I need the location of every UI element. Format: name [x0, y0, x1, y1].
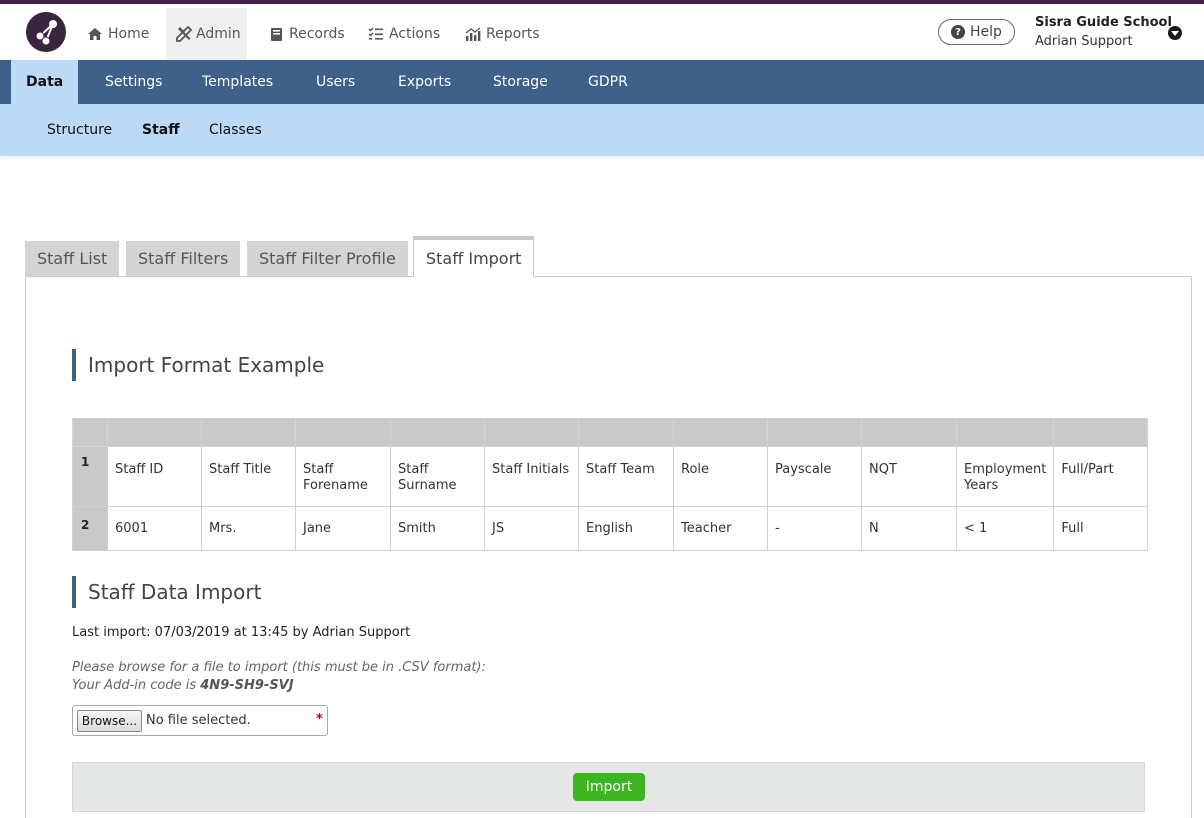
table-cell: Staff Title: [201, 446, 296, 507]
subnav-classes[interactable]: Classes: [209, 104, 262, 156]
addin-code: 4N9-SH9-SVJ: [200, 678, 294, 693]
table-column-header: [484, 418, 579, 447]
school-name: Sisra Guide School: [1035, 15, 1172, 30]
tab-settings[interactable]: Settings: [90, 60, 177, 104]
tab-staff-import[interactable]: Staff Import: [413, 236, 535, 277]
import-format-example-heading: Import Format Example: [72, 349, 324, 381]
subnav-structure[interactable]: Structure: [47, 104, 112, 156]
table-cell: JS: [484, 506, 579, 551]
nav-admin-label: Admin: [196, 26, 241, 42]
table-column-header: [295, 418, 391, 447]
nav-reports[interactable]: Reports: [454, 8, 550, 60]
help-button-label: Help: [970, 24, 1002, 40]
checklist-icon: [367, 25, 385, 43]
table-cell: Mrs.: [201, 506, 296, 551]
table-column-header: [578, 418, 674, 447]
table-cell: Staff ID: [107, 446, 202, 507]
file-input[interactable]: Browse... No file selected. *: [72, 705, 328, 736]
table-cell: English: [578, 506, 674, 551]
table-cell: Employment Years: [955, 446, 1055, 507]
import-hint: Please browse for a file to import (this…: [72, 660, 486, 675]
row-number: 2: [72, 506, 108, 551]
table-cell: Staff Forename: [295, 446, 391, 507]
table-cell: Teacher: [673, 506, 768, 551]
tab-staff-filter-profile[interactable]: Staff Filter Profile: [247, 241, 408, 276]
nav-actions[interactable]: Actions: [357, 8, 450, 60]
table-cell: -: [767, 506, 862, 551]
tab-users[interactable]: Users: [301, 60, 370, 104]
table-column-header: [861, 418, 957, 447]
nav-home[interactable]: Home: [76, 8, 159, 60]
table-header-row: [72, 418, 1149, 447]
nav-records[interactable]: Records: [257, 8, 355, 60]
table-column-header: [955, 418, 1055, 447]
nav-reports-label: Reports: [486, 26, 540, 42]
table-column-header: [767, 418, 862, 447]
import-action-bar: Import: [72, 762, 1145, 812]
question-circle-icon: ?: [951, 25, 966, 39]
table-cell: Full/Part: [1053, 446, 1149, 507]
nav-home-label: Home: [108, 26, 150, 42]
table-cell: N: [861, 506, 957, 551]
staff-data-import-heading: Staff Data Import: [72, 576, 261, 608]
addin-code-prefix: Your Add-in code is: [72, 678, 201, 693]
admin-main-navigation: Data Settings Templates Users Exports St…: [0, 60, 1204, 104]
table-row: 1 Staff ID Staff Title Staff Forename St…: [72, 446, 1149, 507]
table-column-header: [1053, 418, 1149, 447]
tab-staff-list[interactable]: Staff List: [25, 241, 120, 276]
nav-admin[interactable]: Admin: [166, 8, 247, 60]
nav-records-label: Records: [289, 26, 345, 42]
last-import-status: Last import: 07/03/2019 at 13:45 by Adri…: [72, 625, 411, 640]
tools-icon: [176, 25, 192, 43]
nav-actions-label: Actions: [389, 26, 441, 42]
table-cell: Full: [1053, 506, 1149, 551]
user-name: Adrian Support: [1035, 34, 1133, 49]
user-menu-caret-icon[interactable]: [1168, 26, 1182, 40]
table-cell: Staff Team: [578, 446, 674, 507]
table-cell: 6001: [107, 506, 202, 551]
addin-code-line: Your Add-in code is 4N9-SH9-SVJ: [72, 678, 294, 693]
table-column-header: [390, 418, 485, 447]
table-cell: Jane: [295, 506, 391, 551]
import-format-table: 1 Staff ID Staff Title Staff Forename St…: [72, 418, 1149, 551]
table-cell: Staff Surname: [390, 446, 485, 507]
tab-gdpr[interactable]: GDPR: [573, 60, 643, 104]
table-cell: Staff Initials: [484, 446, 579, 507]
chart-icon: [464, 25, 482, 43]
book-icon: [267, 25, 285, 43]
tab-data[interactable]: Data: [11, 60, 79, 104]
table-cell: Payscale: [767, 446, 862, 507]
table-cell: Role: [673, 446, 768, 507]
data-sub-navigation: Structure Staff Classes: [0, 104, 1204, 156]
row-number: 1: [72, 446, 108, 507]
table-row: 2 6001 Mrs. Jane Smith JS English Teache…: [72, 506, 1149, 551]
home-icon: [86, 25, 104, 43]
table-cell: Smith: [390, 506, 485, 551]
table-column-header: [201, 418, 296, 447]
table-column-header: [673, 418, 768, 447]
file-status: No file selected.: [146, 713, 251, 728]
tab-exports[interactable]: Exports: [383, 60, 466, 104]
help-button[interactable]: ? Help: [938, 19, 1015, 45]
table-cell: < 1: [955, 506, 1055, 551]
table-corner-cell: [72, 418, 108, 447]
import-button[interactable]: Import: [573, 773, 645, 801]
required-marker: *: [316, 712, 323, 727]
tab-templates[interactable]: Templates: [187, 60, 288, 104]
tab-staff-filters[interactable]: Staff Filters: [126, 241, 241, 276]
sisra-logo-icon[interactable]: [26, 12, 66, 52]
subnav-staff[interactable]: Staff: [142, 104, 180, 156]
top-navigation: Home Admin Records Actions Reports ? Hel…: [0, 4, 1204, 60]
browse-button[interactable]: Browse...: [77, 710, 142, 732]
table-column-header: [107, 418, 202, 447]
tab-storage[interactable]: Storage: [478, 60, 563, 104]
table-cell: NQT: [861, 446, 957, 507]
